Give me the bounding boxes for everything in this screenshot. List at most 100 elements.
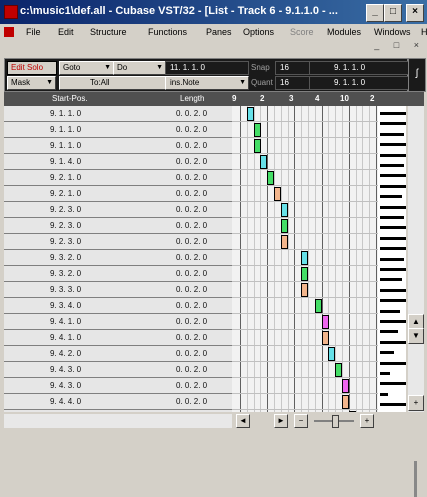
menu-options[interactable]: Options — [243, 27, 274, 37]
velocity-bar — [380, 205, 406, 209]
note-event[interactable] — [315, 299, 322, 313]
vertical-scrollbar[interactable]: ▲ ▼ + — [408, 106, 424, 497]
grid-row-line — [232, 297, 378, 298]
list-scroll-track[interactable] — [4, 414, 232, 428]
note-event[interactable] — [335, 363, 342, 377]
grid-row-line — [232, 185, 378, 186]
note-event[interactable] — [260, 155, 267, 169]
title-bar[interactable]: c:\music1\def.all - Cubase VST/32 - [Lis… — [0, 0, 427, 24]
minimize-button[interactable]: _ — [366, 4, 384, 22]
snap-select[interactable]: 16 — [275, 61, 313, 75]
table-row[interactable]: 9. 2. 1. 0 0. 0. 2. 0 — [4, 186, 232, 202]
table-row[interactable]: 9. 2. 3. 0 0. 0. 2. 0 — [4, 202, 232, 218]
note-event[interactable] — [328, 347, 335, 361]
row-length: 0. 0. 2. 0 — [176, 189, 208, 198]
row-start-pos: 9. 4. 1. 0 — [50, 317, 82, 326]
row-length: 0. 0. 2. 0 — [176, 317, 208, 326]
toolbar-side-icon[interactable]: ʃ — [408, 58, 426, 92]
row-length: 0. 0. 2. 0 — [176, 173, 208, 182]
grid-line — [342, 106, 343, 412]
mask-select[interactable]: Mask ▼ — [7, 76, 56, 90]
position-field[interactable]: 11. 1. 1. 0 — [165, 61, 249, 75]
table-row[interactable]: 9. 2. 1. 0 0. 0. 2. 0 — [4, 170, 232, 186]
menu-windows[interactable]: Windows — [374, 27, 411, 37]
table-row[interactable]: 9. 3. 4. 0 0. 0. 2. 0 — [4, 298, 232, 314]
list-toolbar: Edit Solo Goto ▼ Do ▼ 11. 1. 1. 0 Snap 16 … — [4, 58, 425, 92]
note-event[interactable] — [281, 219, 288, 233]
horizontal-zoom-thumb[interactable] — [332, 415, 339, 428]
grid-line — [349, 106, 350, 412]
menu-help[interactable]: Help — [421, 27, 427, 37]
grid-row-line — [232, 329, 378, 330]
menu-panes[interactable]: Panes — [206, 27, 232, 37]
table-row[interactable]: 9. 4. 4. 0 0. 0. 2. 0 — [4, 394, 232, 410]
note-event[interactable] — [342, 379, 349, 393]
table-row[interactable]: 9. 4. 1. 0 0. 0. 2. 0 — [4, 314, 232, 330]
edit-solo-button[interactable]: Edit Solo — [7, 61, 57, 75]
row-length: 0. 0. 2. 0 — [176, 205, 208, 214]
grid-line — [281, 106, 282, 412]
table-row[interactable]: 9. 1. 1. 0 0. 0. 2. 0 — [4, 106, 232, 122]
document-icon[interactable] — [4, 27, 14, 37]
note-event[interactable] — [254, 139, 261, 153]
table-row[interactable]: 9. 2. 3. 0 0. 0. 2. 0 — [4, 218, 232, 234]
length-header[interactable]: Length — [180, 94, 204, 103]
note-event[interactable] — [254, 123, 261, 137]
grid-line — [240, 106, 241, 412]
scroll-left-button[interactable]: ◄ — [236, 414, 250, 428]
note-event[interactable] — [301, 283, 308, 297]
table-row[interactable]: 9. 3. 2. 0 0. 0. 2. 0 — [4, 250, 232, 266]
note-event[interactable] — [281, 203, 288, 217]
table-row[interactable]: 9. 1. 1. 0 0. 0. 2. 0 — [4, 138, 232, 154]
note-event[interactable] — [301, 251, 308, 265]
table-row[interactable]: 9. 3. 3. 0 0. 0. 2. 0 — [4, 282, 232, 298]
note-event[interactable] — [322, 315, 329, 329]
close-button[interactable]: × — [406, 4, 424, 22]
horizontal-scrollbar[interactable]: ◄ ► − + — [4, 412, 424, 430]
table-row[interactable]: 9. 3. 2. 0 0. 0. 2. 0 — [4, 266, 232, 282]
table-row[interactable]: 9. 1. 4. 0 0. 0. 2. 0 — [4, 154, 232, 170]
row-start-pos: 9. 1. 1. 0 — [50, 125, 82, 134]
mdi-window-controls[interactable]: _ □ × — [374, 40, 425, 50]
scroll-down-button[interactable]: ▼ — [408, 328, 424, 344]
note-event[interactable] — [342, 395, 349, 409]
vertical-zoom-track[interactable] — [414, 461, 417, 497]
table-row[interactable]: 9. 4. 2. 0 0. 0. 2. 0 — [4, 346, 232, 362]
note-event[interactable] — [301, 267, 308, 281]
note-event[interactable] — [267, 171, 274, 185]
maximize-button[interactable]: □ — [384, 4, 402, 22]
note-event[interactable] — [274, 187, 281, 201]
row-start-pos: 9. 2. 1. 0 — [50, 173, 82, 182]
cubase-app-icon[interactable] — [4, 5, 18, 19]
note-event[interactable] — [247, 107, 254, 121]
menu-file[interactable]: File — [26, 27, 41, 37]
menu-modules[interactable]: Modules — [327, 27, 361, 37]
menu-functions[interactable]: Functions — [148, 27, 187, 37]
goto-select[interactable]: Goto ▼ — [59, 61, 114, 75]
note-event[interactable] — [322, 331, 329, 345]
row-length: 0. 0. 2. 0 — [176, 269, 208, 278]
start-pos-header[interactable]: Start-Pos. — [52, 94, 88, 103]
menu-score[interactable]: Score — [290, 27, 314, 37]
table-row[interactable]: 9. 1. 1. 0 0. 0. 2. 0 — [4, 122, 232, 138]
menu-structure[interactable]: Structure — [90, 27, 127, 37]
table-row[interactable]: 9. 4. 1. 0 0. 0. 2. 0 — [4, 330, 232, 346]
note-event[interactable] — [281, 235, 288, 249]
velocity-bar — [380, 226, 406, 230]
zoom-out-button[interactable]: − — [294, 414, 308, 428]
velocity-bar — [380, 247, 406, 251]
scroll-right-button[interactable]: ► — [274, 414, 288, 428]
menu-edit[interactable]: Edit — [58, 27, 74, 37]
insert-note-select[interactable]: ins.Note ▼ — [165, 76, 249, 90]
snap-label: Snap — [251, 63, 270, 72]
quant-select[interactable]: 16 — [275, 76, 313, 90]
event-list[interactable]: 9. 1. 1. 0 0. 0. 2. 0 9. 1. 1. 0 0. 0. 2. 0… — [4, 106, 232, 412]
velocity-bar — [380, 112, 406, 115]
vertical-zoom-plus-button[interactable]: + — [408, 395, 424, 411]
do-select[interactable]: Do ▼ — [113, 61, 166, 75]
table-row[interactable]: 9. 4. 3. 0 0. 0. 2. 0 — [4, 378, 232, 394]
event-grid[interactable] — [232, 106, 378, 412]
zoom-in-button[interactable]: + — [360, 414, 374, 428]
table-row[interactable]: 9. 4. 3. 0 0. 0. 2. 0 — [4, 362, 232, 378]
table-row[interactable]: 9. 2. 3. 0 0. 0. 2. 0 — [4, 234, 232, 250]
